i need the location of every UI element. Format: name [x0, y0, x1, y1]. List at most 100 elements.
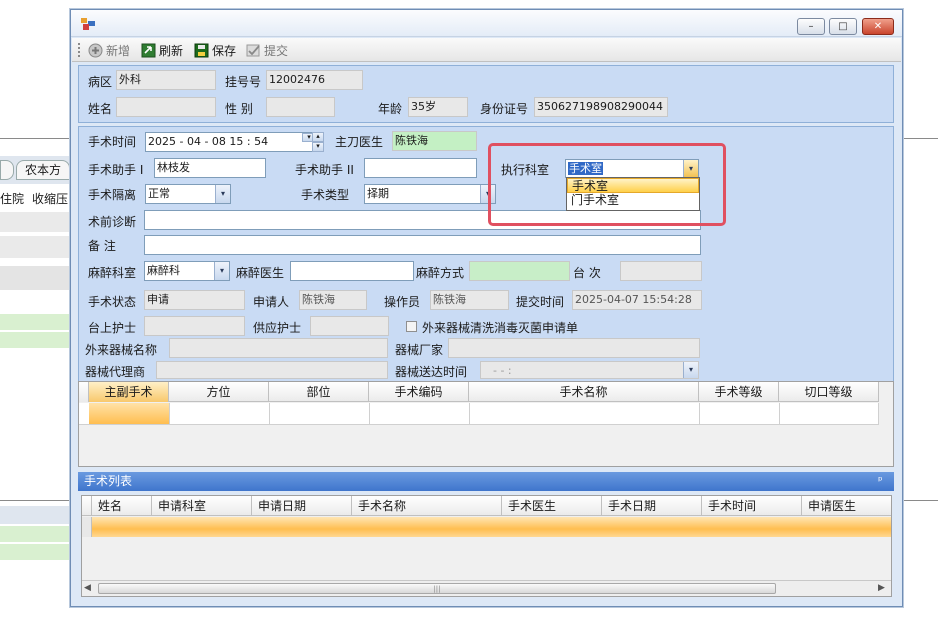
column-header[interactable]: 手术医生	[502, 496, 602, 516]
column-header[interactable]: 切口等级	[779, 382, 879, 402]
column-header[interactable]: 申请日期	[252, 496, 352, 516]
anesthesia-dept-label: 麻醉科室	[88, 266, 137, 280]
bg-divider	[0, 138, 70, 139]
column-header[interactable]: 姓名	[92, 496, 152, 516]
anesthesia-doctor-field[interactable]	[290, 261, 414, 281]
surgery-time-field[interactable]: 2025 - 04 - 08 15 : 54	[145, 132, 320, 152]
list-selected-row[interactable]	[92, 517, 891, 537]
close-button[interactable]: ✕	[862, 18, 894, 35]
operator-field[interactable]: 陈铁海	[430, 290, 509, 310]
column-header[interactable]: 手术编码	[369, 382, 469, 402]
minimize-button[interactable]: –	[797, 18, 825, 35]
spin-up-icon[interactable]: ▴	[312, 132, 324, 142]
toolbar: 新增 刷新 保存 提交	[72, 38, 901, 62]
spin-down-icon[interactable]: ▾	[312, 142, 324, 152]
grid-cell-divider	[369, 403, 370, 424]
scroll-left-icon[interactable]: ◀	[84, 583, 91, 593]
refresh-button[interactable]: 刷新	[141, 41, 183, 59]
surgery-status-field[interactable]: 申请	[144, 290, 245, 310]
delivery-time-value: - - :	[493, 364, 512, 377]
maximize-button[interactable]: □	[829, 18, 857, 35]
applicant-label: 申请人	[253, 295, 290, 309]
age-field[interactable]: 35岁	[408, 97, 468, 117]
diagnosis-label: 术前诊断	[88, 215, 137, 229]
assistant1-field[interactable]: 林枝发	[154, 158, 266, 178]
row-header	[82, 517, 92, 537]
new-label: 新增	[106, 43, 131, 58]
name-field[interactable]	[116, 97, 216, 117]
gender-field[interactable]	[266, 97, 335, 117]
pin-icon[interactable]: ᵖ	[878, 472, 883, 490]
applicant-field[interactable]: 陈铁海	[299, 290, 367, 310]
table-number-label: 台 次	[573, 266, 601, 280]
column-header[interactable]: 部位	[269, 382, 369, 402]
column-header[interactable]: 主副手术	[89, 382, 169, 402]
supply-nurse-field[interactable]	[310, 316, 389, 336]
grid-selected-cell[interactable]	[89, 403, 169, 424]
grid-cell-divider	[779, 403, 780, 424]
bg-row	[0, 212, 70, 232]
submit-time-field[interactable]: 2025-04-07 15:54:28	[572, 290, 702, 310]
manufacturer-label: 器械厂家	[395, 343, 444, 357]
dropdown-arrow-icon[interactable]: ▾	[683, 362, 698, 378]
column-header[interactable]: 手术名称	[469, 382, 699, 402]
scroll-thumb[interactable]: |||	[98, 583, 776, 594]
horizontal-scrollbar[interactable]: ◀ ||| ▶	[82, 580, 891, 596]
bg-tab-label: 农本方	[16, 160, 70, 180]
column-header[interactable]: 手术时间	[702, 496, 802, 516]
age-label: 年龄	[378, 102, 403, 116]
surgery-list-titlebar: 手术列表 ᵖ	[78, 472, 894, 491]
delivery-time-field[interactable]: - - : ▾	[480, 361, 699, 379]
bg-divider	[903, 138, 938, 139]
isolation-label: 手术隔离	[88, 188, 137, 202]
id-number-field[interactable]: 350627198908290044	[534, 97, 668, 117]
surgeon-label: 主刀医生	[335, 135, 384, 149]
scrub-nurse-field[interactable]	[144, 316, 245, 336]
column-header[interactable]: 手术日期	[602, 496, 702, 516]
bg-tab	[0, 160, 14, 180]
column-header[interactable]: 手术等级	[699, 382, 779, 402]
refresh-label: 刷新	[159, 43, 184, 58]
manufacturer-field[interactable]	[448, 338, 700, 358]
external-device-checkbox[interactable]	[406, 321, 417, 332]
submit-icon	[246, 44, 260, 56]
save-button[interactable]: 保存	[194, 41, 236, 59]
column-header[interactable]: 申请医生	[802, 496, 891, 516]
column-header[interactable]: 方位	[169, 382, 269, 402]
submit-time-label: 提交时间	[516, 295, 565, 309]
save-label: 保存	[212, 43, 237, 58]
save-icon	[194, 43, 209, 57]
surgeon-field[interactable]: 陈铁海	[392, 131, 477, 151]
new-button[interactable]: 新增	[88, 41, 130, 59]
bg-row-green	[0, 526, 70, 542]
list-header-corner	[82, 496, 92, 516]
anesthesia-dept-select[interactable]: 麻醉科 ▾	[144, 261, 230, 281]
registration-no-field[interactable]: 12002476	[266, 70, 363, 90]
delivery-time-label: 器械送达时间	[395, 365, 468, 379]
assistant2-field[interactable]	[364, 158, 477, 178]
submit-button[interactable]: 提交	[246, 41, 288, 59]
column-header[interactable]: 手术名称	[352, 496, 502, 516]
grid-cell-divider	[269, 403, 270, 424]
scroll-right-icon[interactable]: ▶	[878, 583, 885, 593]
anesthesia-method-field[interactable]	[469, 261, 570, 281]
device-agent-field[interactable]	[156, 361, 388, 379]
external-device-check-label: 外来器械清洗消毒灭菌申请单	[422, 321, 579, 335]
surgery-type-select[interactable]: 择期 ▾	[364, 184, 496, 204]
remarks-field[interactable]	[144, 235, 701, 255]
ward-field[interactable]: 外科	[116, 70, 216, 90]
grid-row[interactable]	[79, 403, 879, 425]
title-bar[interactable]: – □ ✕	[71, 10, 902, 37]
column-header[interactable]: 申请科室	[152, 496, 252, 516]
table-number-field[interactable]	[620, 261, 702, 281]
annotation-highlight-box	[488, 143, 726, 226]
surgery-type-label: 手术类型	[301, 188, 350, 202]
device-name-field[interactable]	[169, 338, 388, 358]
dropdown-arrow-icon[interactable]: ▾	[215, 185, 230, 203]
scrub-nurse-label: 台上护士	[88, 321, 137, 335]
isolation-select[interactable]: 正常 ▾	[145, 184, 231, 204]
grid-cell-divider	[878, 403, 879, 424]
dropdown-arrow-icon[interactable]: ▾	[214, 262, 229, 280]
supply-nurse-label: 供应护士	[253, 321, 302, 335]
bg-divider	[903, 500, 938, 501]
